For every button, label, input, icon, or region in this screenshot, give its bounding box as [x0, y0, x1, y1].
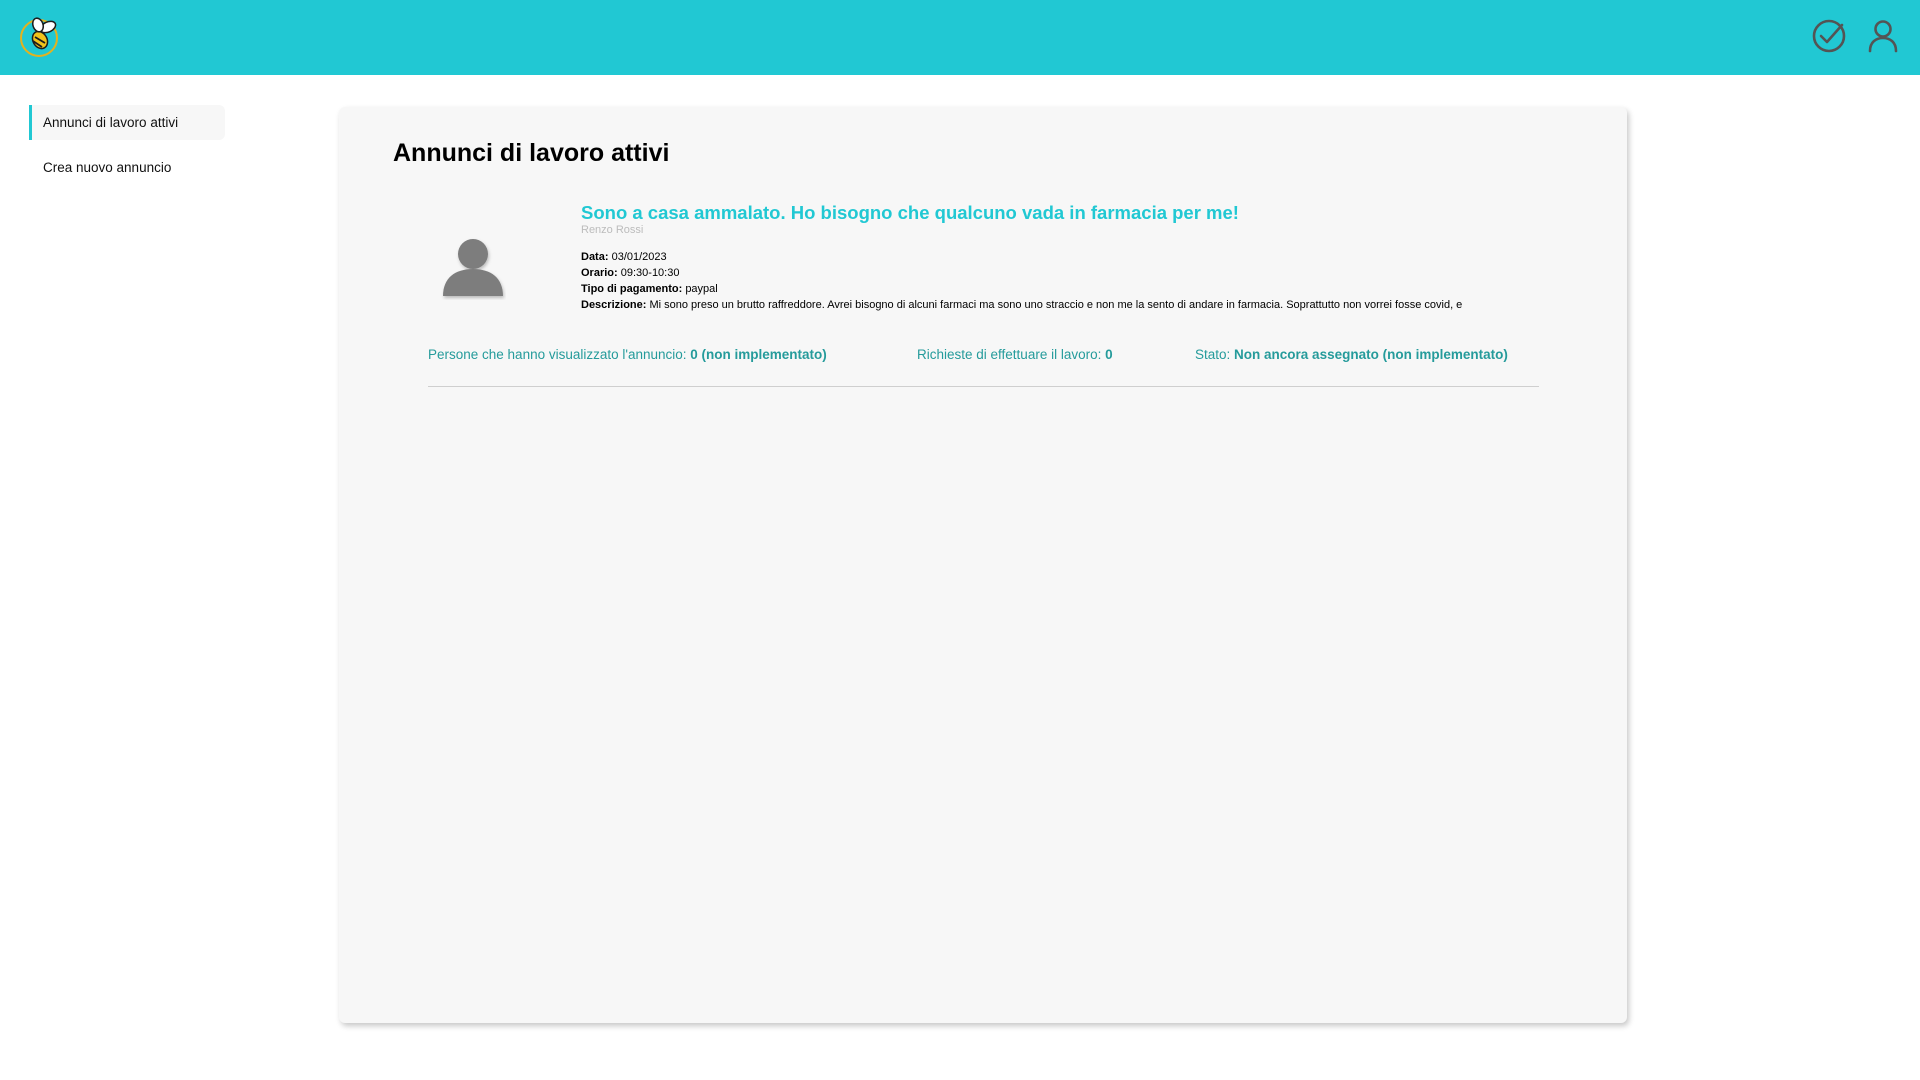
divider: [428, 386, 1539, 387]
user-icon[interactable]: [1864, 17, 1902, 55]
sidebar-item-create-listing[interactable]: Crea nuovo annuncio: [29, 150, 225, 185]
page-title: Annunci di lavoro attivi: [393, 139, 670, 167]
requests-stat: Richieste di effettuare il lavoro: 0: [917, 347, 1113, 362]
listing-author: Renzo Rossi: [581, 224, 644, 236]
views-stat: Persone che hanno visualizzato l'annunci…: [428, 347, 827, 362]
listing-meta: Data: 03/01/2023 Orario: 09:30-10:30 Tip…: [581, 249, 1539, 313]
listing-title[interactable]: Sono a casa ammalato. Ho bisogno che qua…: [581, 202, 1539, 224]
main-card: Annunci di lavoro attivi Sono a casa amm…: [339, 107, 1627, 1023]
sidebar: Annunci di lavoro attivi Crea nuovo annu…: [29, 105, 225, 185]
listing-date: Data: 03/01/2023: [581, 251, 667, 263]
status-stat: Stato: Non ancora assegnato (non impleme…: [1195, 347, 1508, 362]
listing-details: Sono a casa ammalato. Ho bisogno che qua…: [581, 202, 1539, 313]
listing-payment: Tipo di pagamento: paypal: [581, 283, 718, 295]
check-circle-icon[interactable]: [1810, 17, 1848, 55]
sidebar-item-active-listings[interactable]: Annunci di lavoro attivi: [29, 105, 225, 140]
bee-logo-icon[interactable]: [18, 13, 64, 59]
listing-time: Orario: 09:30-10:30: [581, 267, 680, 279]
top-navbar: [0, 0, 1920, 75]
listing-description: Descrizione: Mi sono preso un brutto raf…: [581, 299, 1463, 311]
avatar-placeholder-icon: [443, 239, 503, 296]
